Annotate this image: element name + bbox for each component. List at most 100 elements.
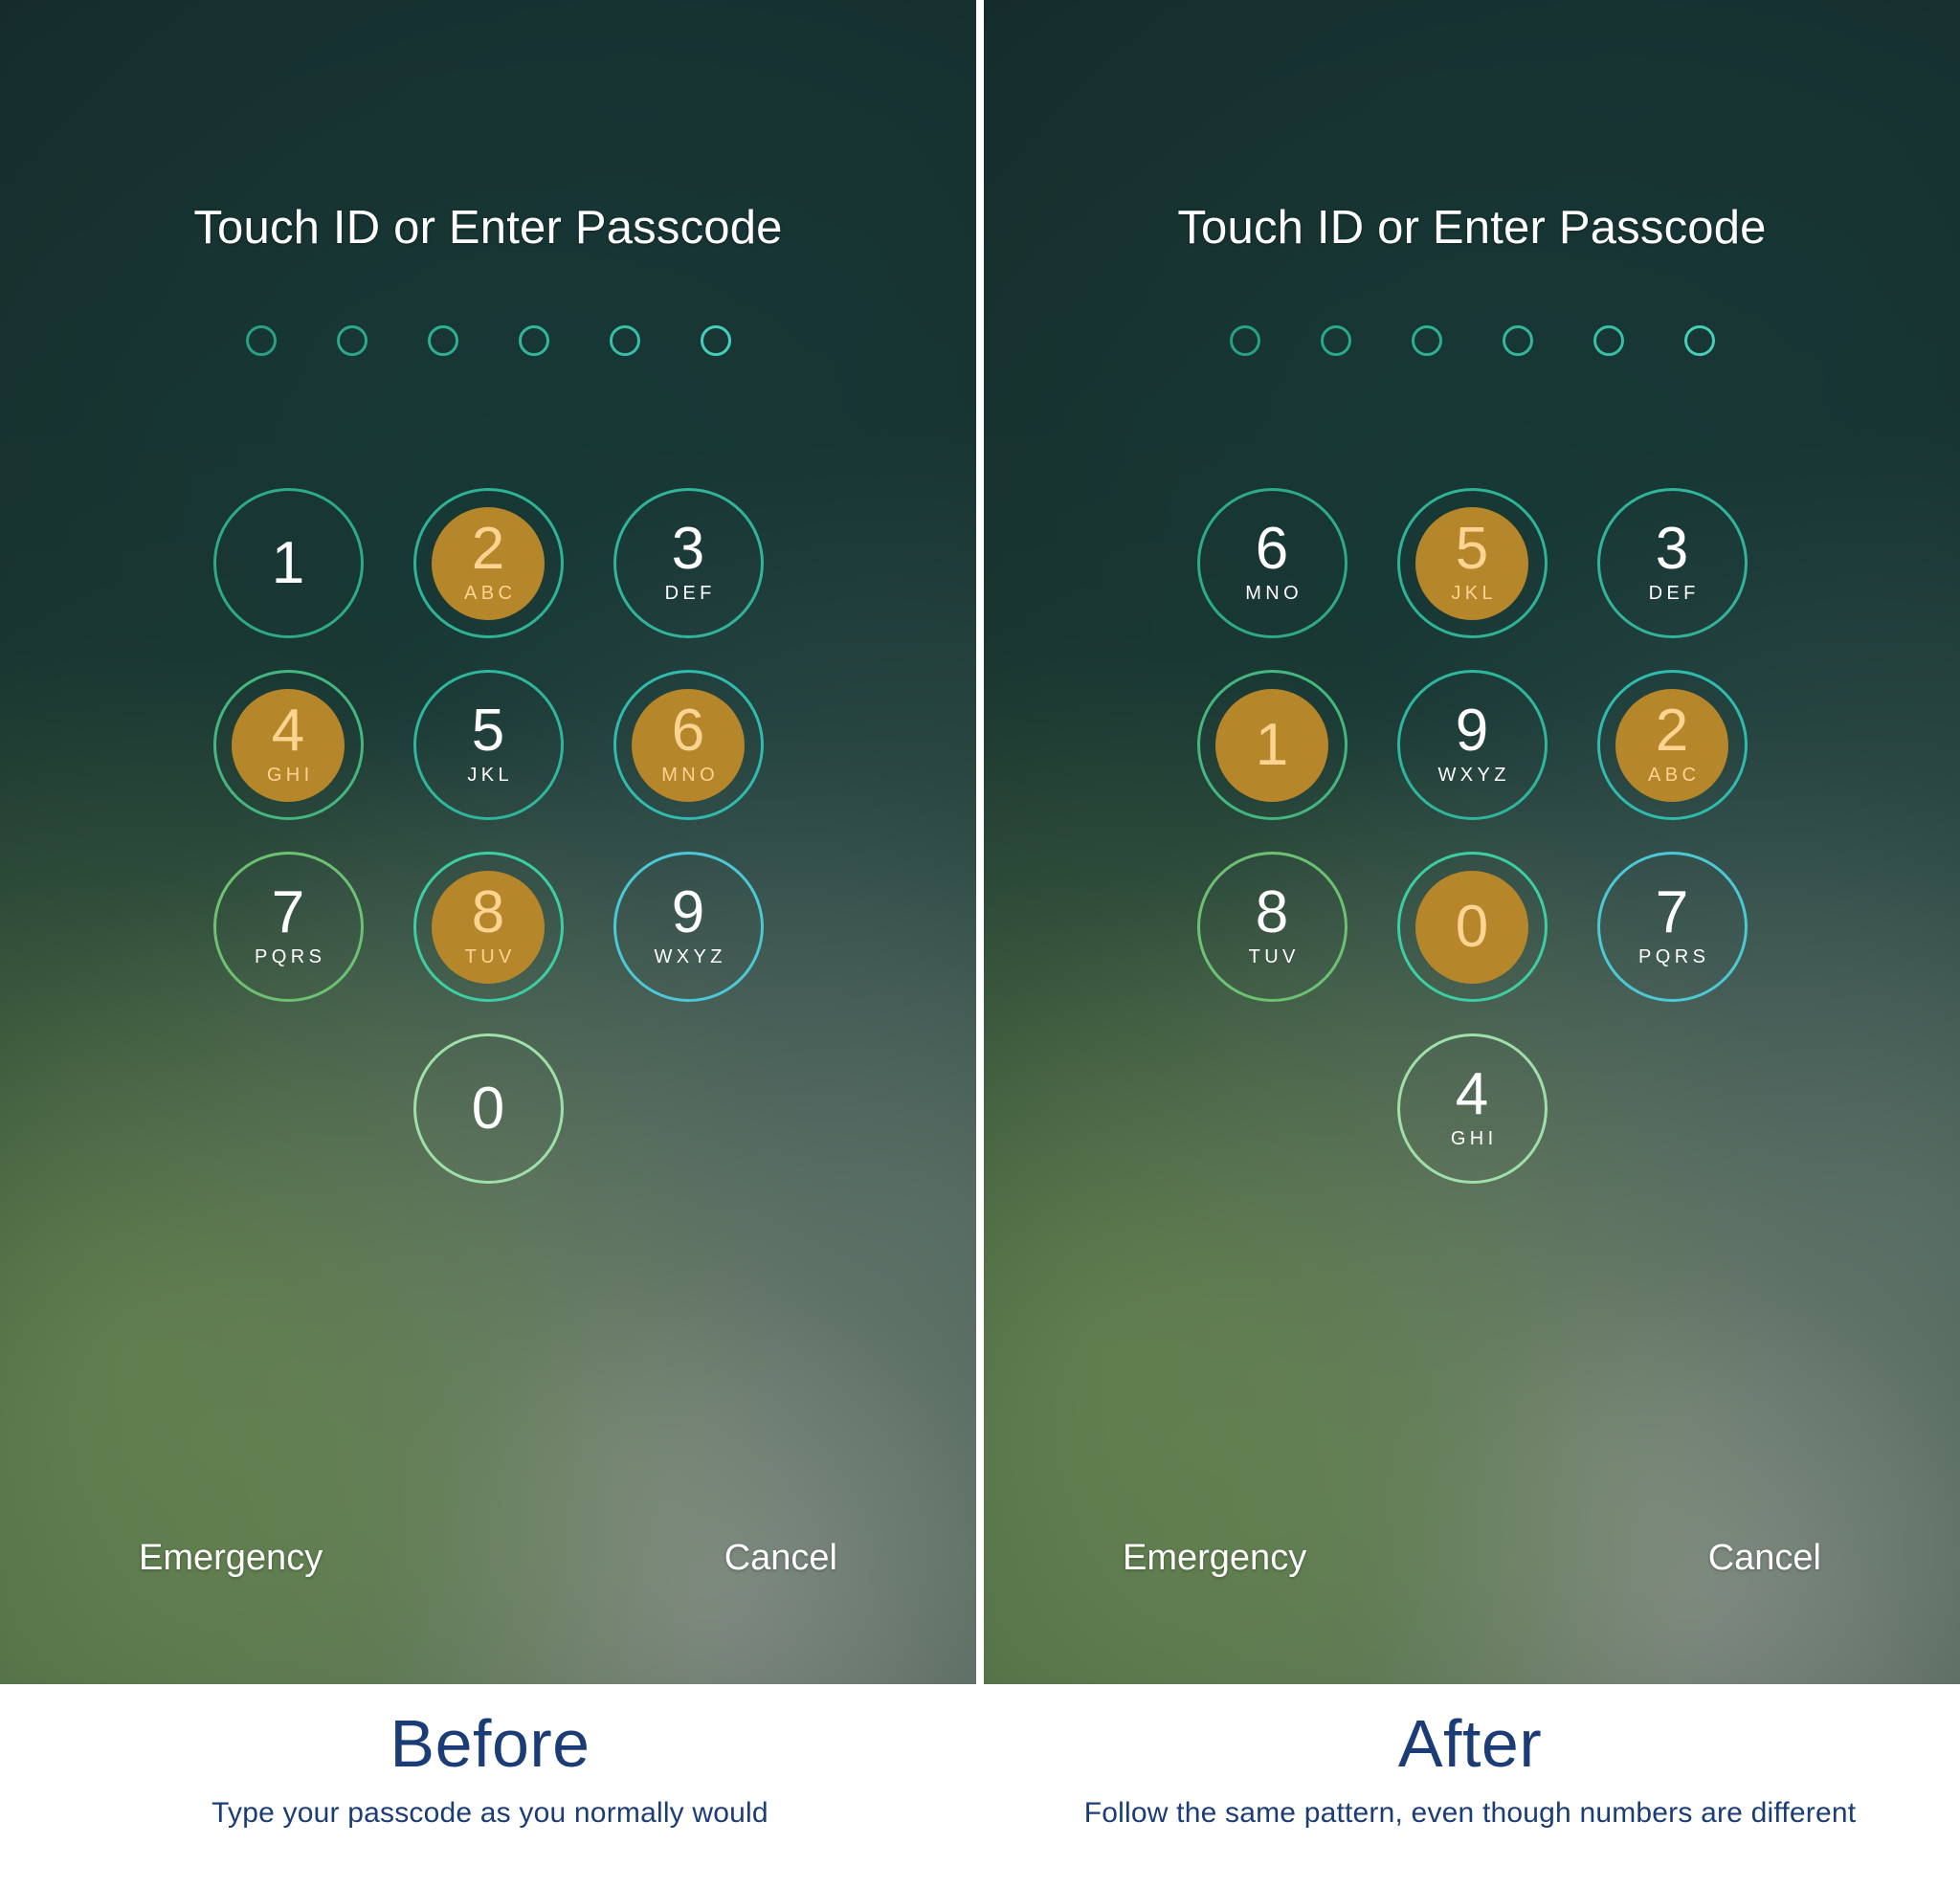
passcode-dots: [984, 325, 1960, 356]
keypad-key-0[interactable]: 0: [412, 1033, 564, 1184]
keypad-row: 0: [213, 1033, 764, 1184]
keypad-key-1[interactable]: 1: [212, 488, 364, 638]
passcode-dot: [1320, 325, 1351, 356]
figure-captions: Before Type your passcode as you normall…: [0, 1684, 1960, 1888]
lockscreen-panel-after: Touch ID or Enter Passcode 6 MNO 5 JKL 3 DEF 1…: [984, 0, 1960, 1684]
key-digit: 9: [671, 879, 705, 946]
key-letters: PQRS: [255, 945, 326, 967]
emergency-button[interactable]: Emergency: [139, 1538, 323, 1579]
caption-subtitle: Follow the same pattern, even though num…: [1083, 1796, 1857, 1829]
key-digit: 1: [271, 529, 305, 596]
caption-title: After: [1397, 1706, 1543, 1781]
key-letters: MNO: [661, 764, 720, 786]
keypad-row: 1 2 ABC 3 DEF: [212, 488, 764, 638]
keypad-key-5[interactable]: 5 JKL: [412, 670, 564, 820]
keypad-row: 4 GHI: [1197, 1033, 1748, 1184]
keypad-spacer: [1597, 1033, 1748, 1184]
key-digit: 9: [1455, 698, 1489, 765]
keypad-row: 6 MNO 5 JKL 3 DEF: [1196, 488, 1748, 638]
keypad-key-0[interactable]: 0: [1396, 852, 1548, 1002]
passcode-dot: [336, 325, 368, 356]
emergency-button[interactable]: Emergency: [1123, 1538, 1306, 1579]
key-letters: JKL: [467, 764, 514, 786]
key-digit: 8: [1255, 879, 1289, 946]
lockscreen-panels: Touch ID or Enter Passcode 1 2 ABC 3 DEF 4 GHI…: [0, 0, 1960, 1684]
key-digit: 1: [1255, 711, 1289, 778]
key-letters: TUV: [1248, 945, 1300, 967]
keypad-key-1[interactable]: 1: [1196, 670, 1348, 820]
key-letters: WXYZ: [654, 945, 726, 967]
keypad-key-3[interactable]: 3 DEF: [612, 488, 764, 638]
comparison-figure: Touch ID or Enter Passcode 1 2 ABC 3 DEF 4 GHI…: [0, 0, 1960, 1888]
key-digit: 0: [1455, 893, 1489, 960]
lock-title: Touch ID or Enter Passcode: [193, 202, 783, 254]
caption-after: After Follow the same pattern, even thou…: [980, 1684, 1960, 1888]
keypad-key-4[interactable]: 4 GHI: [212, 670, 364, 820]
key-digit: 6: [671, 698, 705, 765]
key-digit: 7: [271, 879, 305, 946]
key-digit: 5: [471, 698, 505, 765]
keypad-row: 1 9 WXYZ 2 ABC: [1196, 670, 1748, 820]
passcode-dot: [1229, 325, 1260, 356]
keypad-row: 7 PQRS 8 TUV 9 WXYZ: [212, 852, 764, 1002]
passcode-dot: [518, 325, 549, 356]
lockscreen-panel-before: Touch ID or Enter Passcode 1 2 ABC 3 DEF 4 GHI…: [0, 0, 976, 1684]
keypad-key-8[interactable]: 8 TUV: [412, 852, 564, 1002]
lock-title: Touch ID or Enter Passcode: [1177, 202, 1767, 254]
keypad-key-2[interactable]: 2 ABC: [1596, 670, 1748, 820]
key-letters: TUV: [464, 945, 516, 967]
keypad-key-7[interactable]: 7 PQRS: [1596, 852, 1748, 1002]
key-digit: 2: [1655, 698, 1689, 765]
keypad-key-6[interactable]: 6 MNO: [612, 670, 764, 820]
keypad-key-3[interactable]: 3 DEF: [1596, 488, 1748, 638]
key-letters: DEF: [1648, 582, 1700, 604]
lockscreen-actions: Emergency Cancel: [0, 1538, 976, 1579]
keypad-row: 4 GHI 5 JKL 6 MNO: [212, 670, 764, 820]
keypad-key-4[interactable]: 4 GHI: [1396, 1033, 1548, 1184]
key-letters: ABC: [464, 582, 517, 604]
key-digit: 4: [1455, 1061, 1489, 1128]
key-letters: JKL: [1451, 582, 1498, 604]
key-digit: 7: [1655, 879, 1689, 946]
cancel-button[interactable]: Cancel: [724, 1538, 837, 1579]
key-letters: ABC: [1648, 764, 1701, 786]
caption-before: Before Type your passcode as you normall…: [0, 1684, 980, 1888]
passcode-dot: [609, 325, 640, 356]
lockscreen-actions: Emergency Cancel: [984, 1538, 1960, 1579]
passcode-dot: [427, 325, 458, 356]
passcode-dot: [1502, 325, 1533, 356]
keypad-key-5[interactable]: 5 JKL: [1396, 488, 1548, 638]
key-letters: DEF: [664, 582, 716, 604]
key-digit: 2: [471, 516, 505, 583]
keypad-key-7[interactable]: 7 PQRS: [212, 852, 364, 1002]
key-digit: 6: [1255, 516, 1289, 583]
key-digit: 8: [471, 879, 505, 946]
caption-title: Before: [390, 1706, 590, 1781]
passcode-dot: [1592, 325, 1624, 356]
key-letters: WXYZ: [1437, 764, 1510, 786]
passcode-dot: [245, 325, 277, 356]
key-letters: GHI: [266, 764, 314, 786]
passcode-keypad: 1 2 ABC 3 DEF 4 GHI 5 JKL 6 MNO 7 PQRS 8 TUV 9 WXYZ 0: [0, 488, 976, 1184]
keypad-spacer: [1197, 1033, 1348, 1184]
keypad-spacer: [213, 1033, 364, 1184]
keypad-key-2[interactable]: 2 ABC: [412, 488, 564, 638]
passcode-dot: [700, 325, 731, 356]
key-letters: PQRS: [1638, 945, 1710, 967]
keypad-key-8[interactable]: 8 TUV: [1196, 852, 1348, 1002]
keypad-key-9[interactable]: 9 WXYZ: [612, 852, 764, 1002]
key-digit: 3: [1655, 516, 1689, 583]
passcode-dot: [1411, 325, 1442, 356]
passcode-dots: [0, 325, 976, 356]
keypad-spacer: [613, 1033, 764, 1184]
key-digit: 3: [671, 516, 705, 583]
cancel-button[interactable]: Cancel: [1708, 1538, 1821, 1579]
keypad-key-6[interactable]: 6 MNO: [1196, 488, 1348, 638]
passcode-keypad: 6 MNO 5 JKL 3 DEF 1 9 WXYZ 2 ABC 8 TUV 0 7 PQRS 4 GHI: [984, 488, 1960, 1184]
key-digit: 0: [471, 1075, 505, 1142]
keypad-key-9[interactable]: 9 WXYZ: [1396, 670, 1548, 820]
key-letters: GHI: [1450, 1127, 1498, 1149]
passcode-dot: [1683, 325, 1715, 356]
key-digit: 5: [1455, 516, 1489, 583]
keypad-row: 8 TUV 0 7 PQRS: [1196, 852, 1748, 1002]
